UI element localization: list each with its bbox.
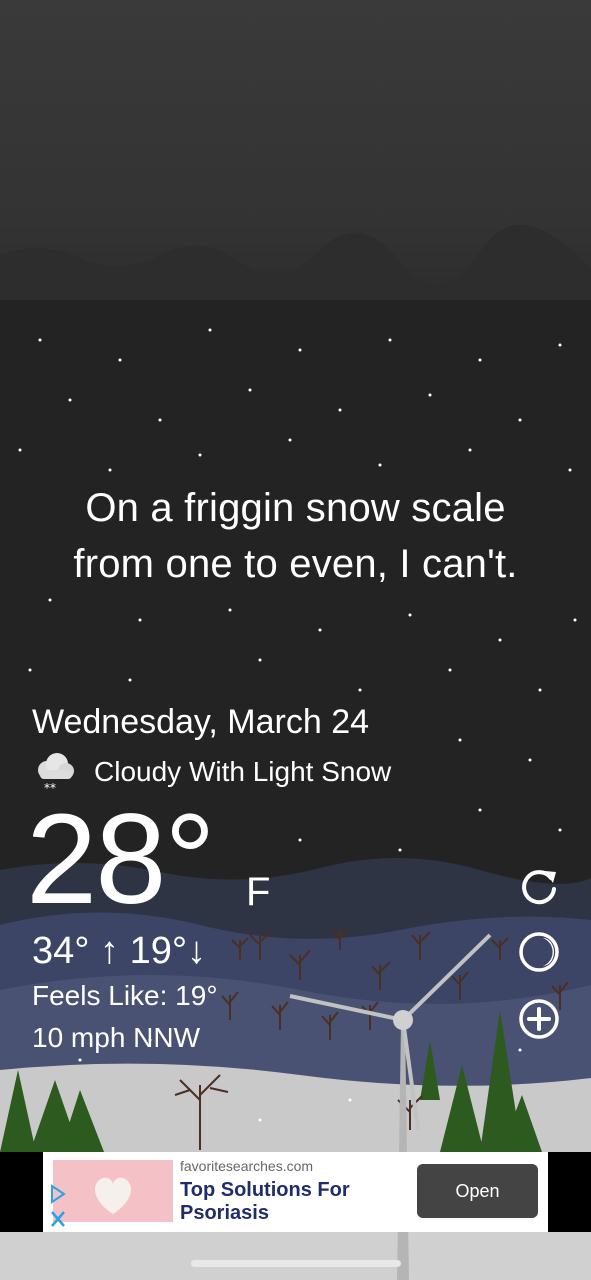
wind-speed: 10 mph NNW <box>32 1022 201 1053</box>
refresh-button[interactable] <box>517 864 561 908</box>
low-temp: 19° <box>129 930 188 972</box>
arrow-down-icon: ↓ <box>187 930 207 972</box>
current-temperature: 28° <box>26 788 216 931</box>
ad-title[interactable]: Top Solutions For Psoriasis <box>180 1179 400 1225</box>
ad-card[interactable]: favoritesearches.com Top Solutions For P… <box>43 1152 548 1232</box>
add-location-button[interactable] <box>517 997 561 1041</box>
forecast-date: Wednesday, March 24 <box>32 703 370 741</box>
temperature-unit: F <box>246 870 271 914</box>
weather-scene <box>0 224 591 1280</box>
arrow-up-icon: ↑ <box>100 930 120 972</box>
high-low-row: 34° ↑ 19°↓ <box>32 930 206 973</box>
heart-image <box>94 1177 132 1214</box>
ad-image[interactable] <box>53 1160 173 1222</box>
ad-banner: favoritesearches.com Top Solutions For P… <box>0 1152 591 1232</box>
adchoices-icon[interactable] <box>47 1184 69 1230</box>
high-temp: 34° <box>32 930 90 972</box>
add-icon <box>519 999 559 1039</box>
home-indicator[interactable] <box>191 1260 401 1267</box>
condition-text: Cloudy With Light Snow <box>94 756 392 787</box>
moon-icon <box>519 932 559 972</box>
ad-open-button[interactable]: Open <box>417 1164 538 1218</box>
refresh-icon <box>522 870 556 905</box>
snow-bottom <box>0 1232 591 1280</box>
ad-domain: favoritesearches.com <box>180 1158 314 1174</box>
weather-quote: On a friggin snow scale from one to even… <box>20 480 571 592</box>
quote-line-2: from one to even, I can't. <box>73 542 518 586</box>
quote-line-1: On a friggin snow scale <box>85 486 506 530</box>
feels-like: Feels Like: 19° <box>32 980 218 1011</box>
theme-button[interactable] <box>517 930 561 974</box>
